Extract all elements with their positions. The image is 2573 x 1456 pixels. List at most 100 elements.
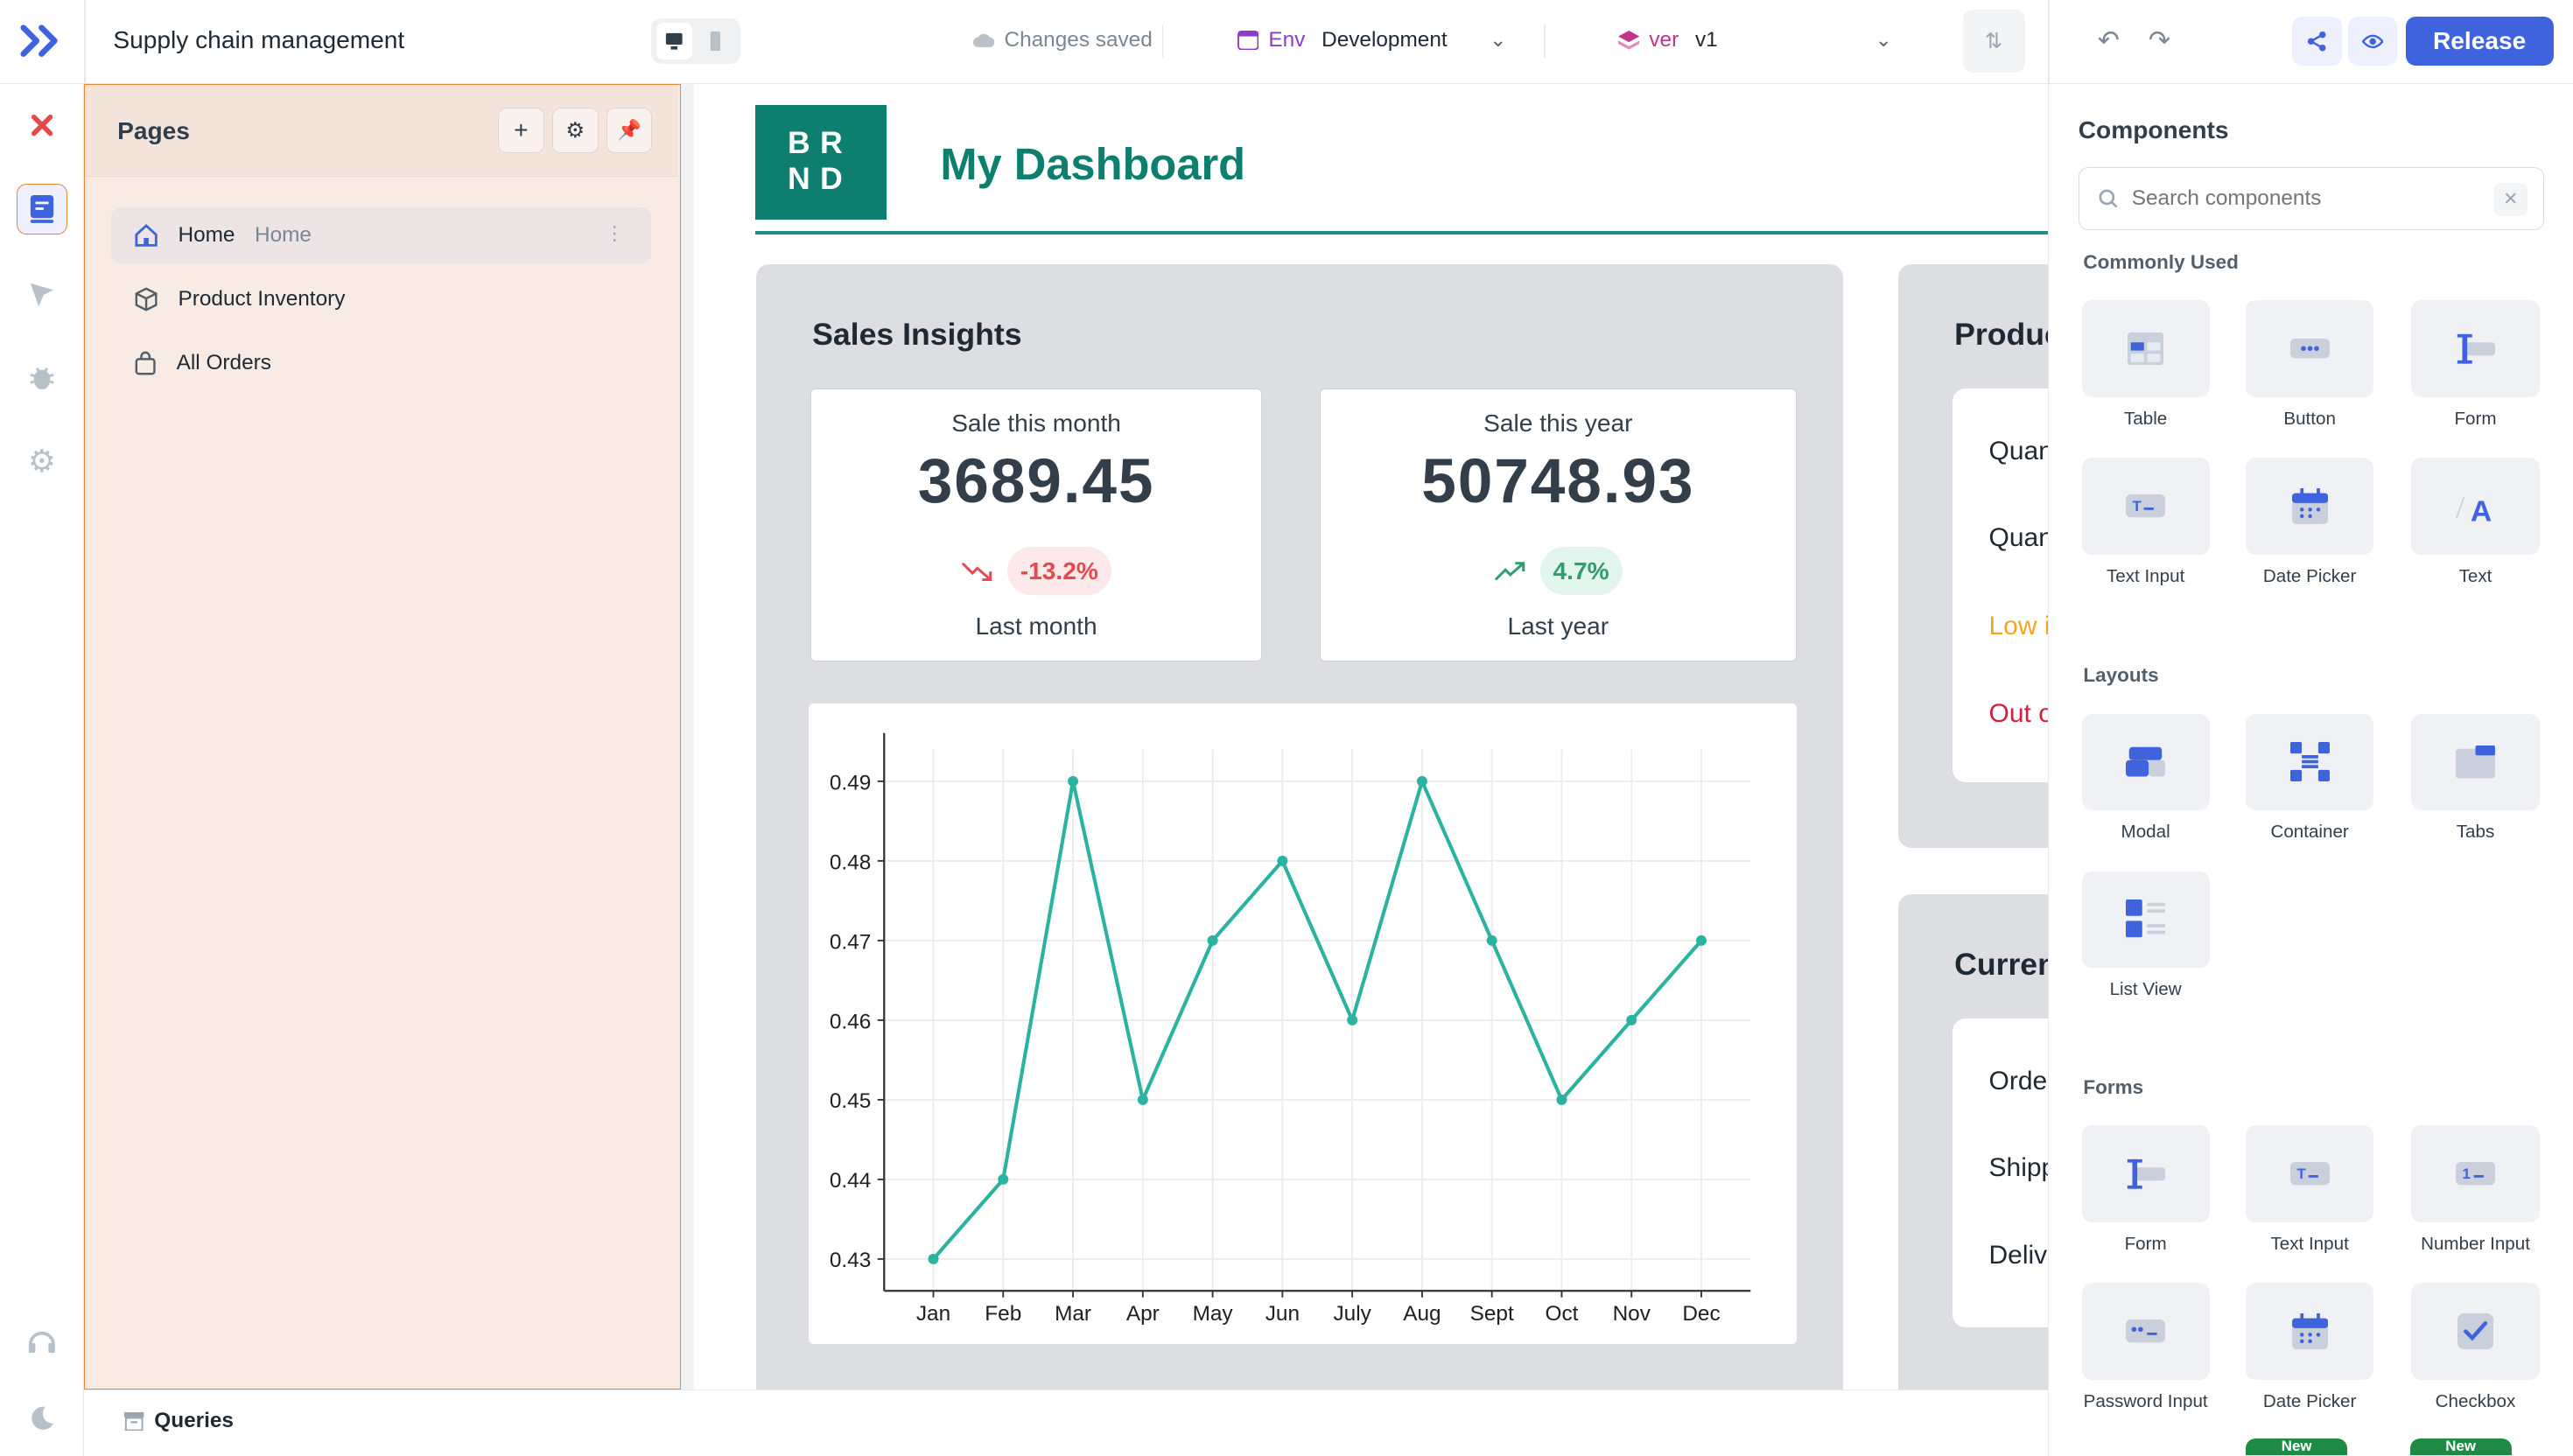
chart-ytick-label: 0.43 <box>830 1250 871 1273</box>
date-picker-icon <box>2291 1312 2328 1350</box>
sync-button[interactable]: ⇅ <box>1962 10 2025 73</box>
kpi-trend: -13.2% <box>811 547 1261 595</box>
queries-toggle[interactable]: Queries <box>123 1409 234 1433</box>
chart-data-point <box>1347 1015 1358 1026</box>
pin-panel-button[interactable]: 📌 <box>606 107 653 154</box>
canvas-page: BR ND My Dashboard Sales Insights Sale t… <box>694 83 2049 1390</box>
component-date-picker[interactable] <box>2246 1283 2374 1380</box>
current-orders-list: Order Shipp Delive <box>1953 1018 2048 1327</box>
redo-button[interactable]: ↷ <box>2135 17 2184 66</box>
current-orders-container[interactable]: Current Order Shipp Delive <box>1898 893 2048 1390</box>
component-text[interactable]: / A <box>2411 458 2540 555</box>
release-button[interactable]: Release <box>2405 16 2554 66</box>
chart-xtick-label: Aug <box>1404 1302 1441 1326</box>
component-form[interactable] <box>2411 300 2540 397</box>
page-item-home[interactable]: Home Home ⋮ <box>110 207 651 263</box>
sales-insights-container[interactable]: Sales Insights Sale this month 3689.45 -… <box>756 263 1843 1390</box>
svg-text:/: / <box>2456 490 2465 525</box>
rail-support[interactable] <box>17 1316 67 1367</box>
date-picker-icon <box>2291 487 2328 525</box>
top-bar: Supply chain management Changes saved En… <box>0 0 2573 84</box>
chart-ytick-label: 0.45 <box>830 1090 871 1114</box>
component-modal[interactable] <box>2081 713 2210 811</box>
text-input-icon: T <box>2289 1162 2330 1186</box>
order-line: Shipp <box>1988 1153 2049 1183</box>
undo-icon: ↶ <box>2097 26 2120 56</box>
chevron-down-icon: ⌄ <box>1490 28 1507 51</box>
component-table[interactable] <box>2081 300 2210 397</box>
env-value: Development <box>1322 27 1448 52</box>
desktop-view-button[interactable] <box>656 23 693 60</box>
kpi-footer: Last month <box>975 612 1097 640</box>
environment-selector[interactable]: Env Development ⌄ <box>1237 27 1507 52</box>
button-icon <box>2289 339 2330 359</box>
page-settings-button[interactable]: ⚙ <box>552 107 599 154</box>
clear-search-icon[interactable]: ✕ <box>2494 183 2527 216</box>
chart-xtick-label: July <box>1334 1302 1372 1326</box>
product-line: Quant <box>1988 523 2049 553</box>
component-checkbox[interactable] <box>2411 1283 2540 1380</box>
component-label: Form <box>2454 408 2497 429</box>
component-form[interactable] <box>2081 1125 2210 1222</box>
undo-button[interactable]: ↶ <box>2084 17 2133 66</box>
rail-inspector[interactable] <box>17 100 67 150</box>
page-item-all-orders[interactable]: All Orders <box>111 336 651 392</box>
product-summary-container[interactable]: Produc Quant Quant Low ir Out of <box>1898 263 2049 849</box>
component-container[interactable] <box>2246 713 2374 811</box>
puzzle-icon <box>31 115 53 136</box>
rail-pages[interactable] <box>16 184 67 235</box>
kpi-footer: Last year <box>1507 612 1609 640</box>
page-item-product-inventory[interactable]: Product Inventory <box>111 271 651 327</box>
chart-ytick-label: 0.48 <box>830 851 871 875</box>
kpi-trend: 4.7% <box>1321 547 1797 595</box>
version-selector[interactable]: ver v1 ⌄ <box>1617 28 1892 52</box>
search-input[interactable] <box>2131 186 2460 211</box>
search-icon <box>2099 189 2118 208</box>
component-text-input[interactable]: T <box>2081 458 2210 555</box>
preview-button[interactable] <box>2348 16 2398 66</box>
rail-debugger[interactable] <box>17 353 67 403</box>
component-date-picker[interactable] <box>2246 458 2374 555</box>
component-password-input[interactable] <box>2081 1283 2210 1380</box>
checkbox-icon <box>2457 1312 2494 1350</box>
add-page-button[interactable]: + <box>498 107 544 154</box>
chart-data-point <box>928 1254 939 1265</box>
chart-data-point <box>1068 776 1079 788</box>
component-label: Checkbox <box>2435 1391 2516 1411</box>
more-vertical-icon[interactable]: ⋮ <box>605 222 625 245</box>
new-badge: New <box>2246 1438 2348 1456</box>
sales-line-chart[interactable]: 0.43 0.44 0.45 0.46 0.47 0.48 0.49 Jan Feb Mar Apr… <box>809 704 1798 1344</box>
cursor-icon <box>30 283 53 306</box>
mobile-icon <box>710 31 721 52</box>
component-label: Number Input <box>2421 1234 2530 1254</box>
env-tag: Env <box>1268 27 1306 52</box>
app-logo-icon[interactable] <box>19 23 63 59</box>
mobile-view-button[interactable] <box>698 23 733 59</box>
container-icon <box>2289 742 2330 782</box>
box-icon <box>135 287 158 312</box>
component-tabs[interactable] <box>2411 713 2540 811</box>
component-search[interactable]: ✕ <box>2078 167 2545 230</box>
component-list-view[interactable] <box>2081 871 2210 969</box>
component-button[interactable] <box>2246 300 2374 397</box>
chart-xtick-label: Dec <box>1683 1302 1721 1326</box>
kpi-card-month[interactable]: Sale this month 3689.45 -13.2% Last mont… <box>810 388 1262 662</box>
svg-text:T: T <box>2296 1166 2306 1182</box>
component-number-input[interactable]: 1 <box>2411 1125 2540 1222</box>
rail-datasources[interactable] <box>17 270 67 320</box>
component-label: Date Picker <box>2262 565 2357 586</box>
component-text-input[interactable]: T <box>2246 1125 2374 1222</box>
component-label: Tabs <box>2456 822 2495 843</box>
kpi-card-year[interactable]: Sale this year 50748.93 4.7% Last year <box>1319 388 1798 662</box>
rail-settings[interactable]: ⚙ <box>17 437 67 487</box>
page-item-label: Product Inventory <box>178 287 346 312</box>
chart-svg: 0.43 0.44 0.45 0.46 0.47 0.48 0.49 Jan Feb Mar Apr… <box>830 733 1751 1326</box>
form-icon <box>2126 1158 2166 1191</box>
dashboard-title[interactable]: My Dashboard <box>940 138 1245 190</box>
rail-theme-toggle[interactable] <box>17 1393 67 1444</box>
app-title[interactable]: Supply chain management <box>113 26 404 54</box>
brand-logo[interactable]: BR ND <box>754 105 887 220</box>
share-button[interactable] <box>2292 16 2342 66</box>
chart-xtick-label: Jun <box>1265 1302 1300 1326</box>
chart-data-point <box>1277 856 1288 867</box>
